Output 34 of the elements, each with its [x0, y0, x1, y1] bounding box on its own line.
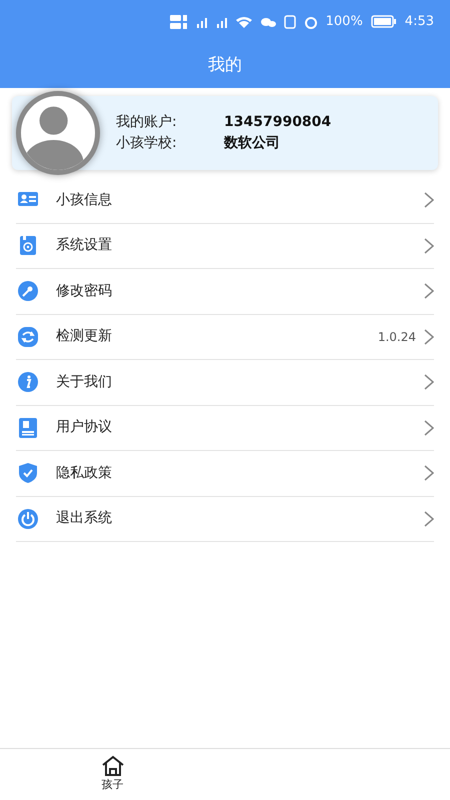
battery-level: 100% — [326, 13, 363, 32]
refresh-icon — [16, 326, 40, 348]
menu-item[interactable]: 关于我们 — [16, 360, 434, 406]
tab-button[interactable]: 孩子 — [0, 749, 225, 800]
power-icon — [16, 508, 40, 530]
chevron-icon — [424, 510, 434, 527]
chevron-icon — [424, 192, 434, 208]
document-icon — [16, 416, 40, 439]
field-value: 数软公司 — [224, 134, 280, 153]
menu-item[interactable]: 修改密码 — [16, 269, 434, 314]
menu-item[interactable]: 隐私政策 — [16, 451, 434, 496]
menu-item[interactable]: 小孩信息 — [16, 178, 434, 224]
chevron-icon — [424, 283, 434, 300]
wifi-icon — [236, 14, 252, 30]
info-icon — [16, 371, 40, 394]
home-icon — [100, 755, 124, 778]
shield-icon — [16, 462, 40, 484]
key-icon — [16, 280, 40, 302]
menu-item[interactable]: 用户协议 — [16, 406, 434, 451]
field-label: 我的账户: — [116, 113, 178, 132]
chevron-icon — [424, 374, 434, 390]
field-value: 13457990804 — [224, 113, 332, 132]
chevron-icon — [424, 465, 434, 482]
version-text: 1.0.24 — [378, 328, 416, 346]
chevron-icon — [424, 420, 434, 436]
field-label: 小孩学校: — [116, 134, 178, 153]
page-title: 我的 — [208, 54, 242, 78]
chevron-icon — [424, 238, 434, 254]
menu-item[interactable]: 退出系统 — [16, 496, 434, 542]
menu-item[interactable]: 检测更新 1.0.24 — [16, 314, 434, 360]
avatar-icon — [16, 91, 100, 175]
clock: 4:53 — [404, 13, 434, 32]
chevron-icon — [424, 328, 434, 345]
menu-item[interactable]: 系统设置 — [16, 224, 434, 269]
